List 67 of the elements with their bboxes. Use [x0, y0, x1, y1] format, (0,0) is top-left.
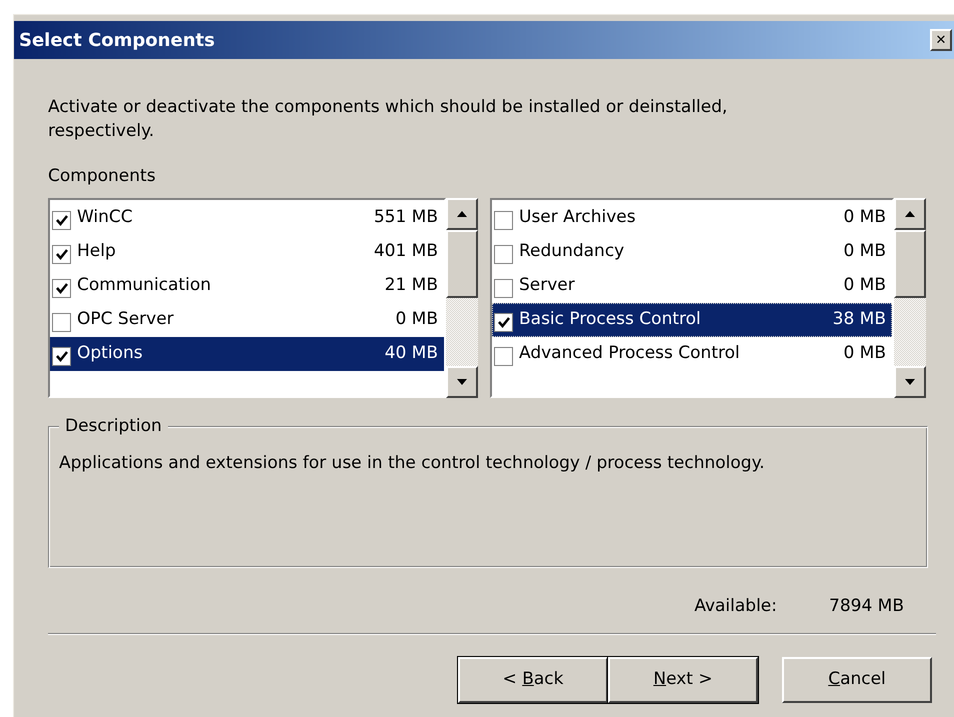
component-size: 0 MB [843, 206, 886, 230]
wizard-button[interactable]: Cancel [782, 657, 932, 703]
component-name: Help [77, 240, 117, 264]
component-size: 551 MB [374, 206, 438, 230]
component-item[interactable]: Help 401 MB [50, 235, 444, 269]
component-item[interactable]: User Archives 0 MB [492, 201, 892, 235]
component-size: 0 MB [843, 240, 886, 264]
component-name: Redundancy [519, 240, 626, 264]
component-name: User Archives [519, 206, 637, 230]
checkbox[interactable] [494, 278, 513, 298]
close-button[interactable]: ✕ [930, 29, 952, 51]
checkmark-icon [56, 350, 68, 362]
checkbox[interactable] [52, 278, 71, 298]
component-name: Advanced Process Control [519, 342, 741, 366]
scroll-down-button[interactable] [894, 366, 926, 398]
component-name: Server [519, 274, 576, 298]
component-name: Communication [77, 274, 212, 298]
checkmark-icon [56, 214, 68, 226]
checkbox[interactable] [52, 244, 71, 264]
scroll-thumb[interactable] [446, 230, 478, 298]
up-arrow-icon [457, 211, 467, 217]
scroll-thumb[interactable] [894, 230, 926, 298]
component-name: WinCC [77, 206, 134, 230]
component-item[interactable]: Communication 21 MB [50, 269, 444, 303]
down-arrow-icon [905, 379, 915, 385]
components-label: Components [48, 165, 157, 188]
description-text: Applications and extensions for use in the control technology / process technology. [59, 452, 766, 475]
scroll-up-button[interactable] [446, 198, 478, 230]
scroll-up-button[interactable] [894, 198, 926, 230]
component-size: 401 MB [374, 240, 438, 264]
component-size: 0 MB [843, 274, 886, 298]
checkbox[interactable] [52, 210, 71, 230]
component-item[interactable]: Basic Process Control 38 MB [492, 303, 892, 337]
component-size: 40 MB [384, 342, 438, 366]
checkmark-icon [56, 282, 68, 294]
component-size: 0 MB [843, 342, 886, 366]
component-name: Basic Process Control [519, 308, 702, 332]
component-name: Options [77, 342, 144, 366]
instruction-text: Activate or deactivate the components which should be installed or deinstalled, respectively. [48, 96, 728, 143]
component-name: OPC Server [77, 308, 175, 332]
component-item[interactable]: WinCC 551 MB [50, 201, 444, 235]
component-item[interactable]: Redundancy 0 MB [492, 235, 892, 269]
wizard-button[interactable]: < Back [458, 657, 608, 703]
scrollbar[interactable] [894, 198, 926, 398]
checkmark-icon [498, 316, 510, 328]
scrollbar[interactable] [446, 198, 478, 398]
checkbox[interactable] [494, 210, 513, 230]
up-arrow-icon [905, 211, 915, 217]
checkbox[interactable] [494, 346, 513, 366]
checkbox[interactable] [494, 244, 513, 264]
available-value: 7894 MB [829, 595, 904, 618]
checkmark-icon [56, 248, 68, 260]
checkbox[interactable] [494, 312, 513, 332]
component-item[interactable]: OPC Server 0 MB [50, 303, 444, 337]
checkbox[interactable] [52, 312, 71, 332]
checkbox[interactable] [52, 346, 71, 366]
down-arrow-icon [457, 379, 467, 385]
component-item[interactable]: Server 0 MB [492, 269, 892, 303]
component-size: 38 MB [832, 308, 886, 332]
component-item[interactable]: Advanced Process Control 0 MB [492, 337, 892, 371]
wizard-button[interactable]: Next > [608, 657, 758, 703]
scroll-down-button[interactable] [446, 366, 478, 398]
component-size: 21 MB [384, 274, 438, 298]
window-title: Select Components [19, 28, 215, 52]
component-size: 0 MB [395, 308, 438, 332]
available-label: Available: [694, 595, 777, 618]
component-item[interactable]: Options 40 MB [50, 337, 444, 371]
